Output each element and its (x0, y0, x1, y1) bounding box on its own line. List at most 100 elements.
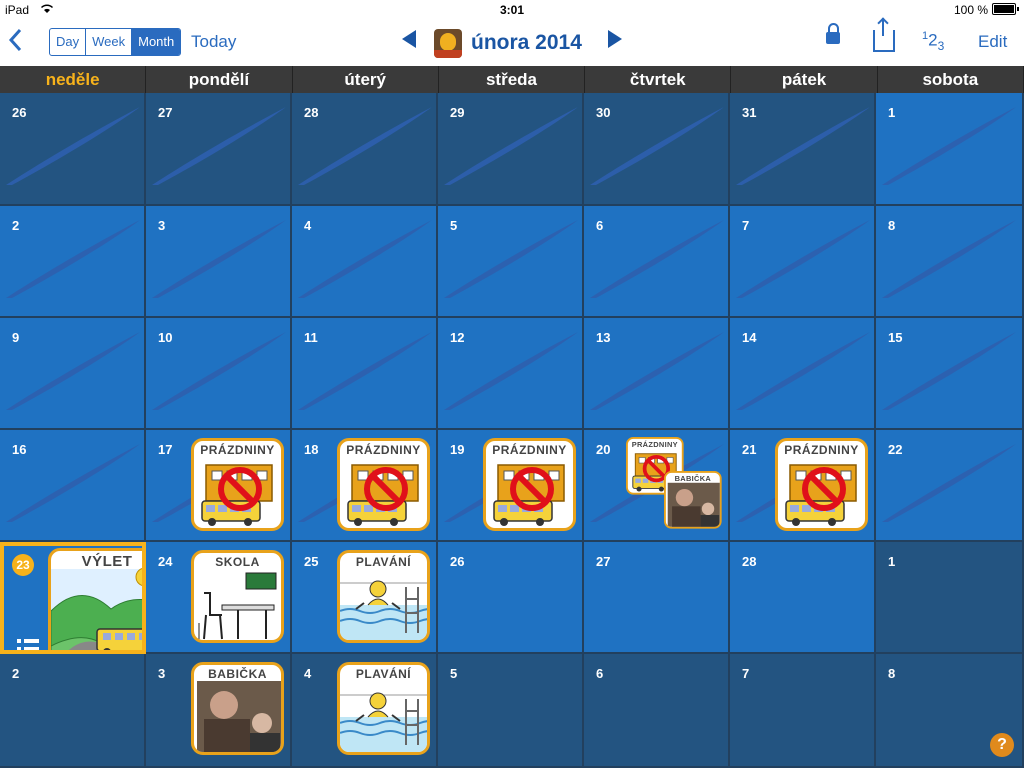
today-button[interactable]: Today (191, 32, 236, 52)
day-cell[interactable]: 24 SKOLA (146, 542, 292, 654)
school-desk-icon (198, 572, 277, 640)
day-number: 14 (742, 330, 757, 345)
swimming-symbol[interactable]: PLAVÁNÍ (337, 550, 430, 643)
day-number: 28 (742, 554, 757, 569)
weekday-label: neděle (0, 66, 147, 93)
past-day-strike-icon (152, 220, 286, 298)
day-cell[interactable]: 19 PRÁZDNINY (438, 430, 584, 542)
day-cell[interactable]: 17 PRÁZDNINY (146, 430, 292, 542)
day-number: 27 (596, 554, 611, 569)
school-symbol[interactable]: SKOLA (191, 550, 284, 643)
past-day-strike-icon (6, 332, 140, 410)
school-bus-icon (201, 464, 273, 526)
weekday-label: středa (439, 66, 586, 93)
day-cell[interactable]: 9 (0, 318, 146, 430)
trip-symbol[interactable]: VÝLET (48, 548, 142, 650)
day-number: 21 (742, 442, 757, 457)
day-cell[interactable]: 18 PRÁZDNINY (292, 430, 438, 542)
clock: 3:01 (499, 3, 525, 17)
status-bar: iPad 3:01 100 % (0, 0, 1024, 20)
share-icon[interactable] (873, 20, 895, 52)
past-day-strike-icon (6, 220, 140, 298)
day-cell[interactable]: 16 (0, 430, 146, 542)
numbering-button[interactable]: 123 (922, 30, 944, 53)
day-cell[interactable]: 31 (730, 93, 876, 206)
day-cell[interactable]: 5 (438, 654, 584, 768)
day-cell[interactable]: 8 (876, 206, 1024, 318)
day-cell[interactable]: 29 (438, 93, 584, 206)
day-cell[interactable]: 1 (876, 93, 1024, 206)
back-chevron-icon[interactable] (8, 28, 22, 57)
grandma-photo-symbol[interactable]: BABIČKA (191, 662, 284, 755)
holiday-symbol[interactable]: PRÁZDNINY (483, 438, 576, 531)
help-icon[interactable]: ? (990, 733, 1014, 757)
past-day-strike-icon (590, 220, 724, 298)
day-cell[interactable]: 1 (876, 542, 1024, 654)
day-cell[interactable]: 21 PRÁZDNINY (730, 430, 876, 542)
view-week-button[interactable]: Week (86, 29, 133, 55)
holiday-symbol[interactable]: PRÁZDNINY (775, 438, 868, 531)
day-cell[interactable]: 3 BABIČKA (146, 654, 292, 768)
view-day-button[interactable]: Day (50, 29, 87, 55)
day-cell[interactable]: 28 (730, 542, 876, 654)
holiday-symbol[interactable]: PRÁZDNINY (337, 438, 430, 531)
nums-mid: 2 (928, 30, 938, 50)
weekday-header: neděle pondělí úterý středa čtvrtek páte… (0, 66, 1024, 93)
swimming-symbol[interactable]: PLAVÁNÍ (337, 662, 430, 755)
school-bus-icon (785, 464, 857, 526)
battery-icon (992, 3, 1019, 15)
grandma-photo-symbol[interactable]: BABIČKA (664, 471, 722, 529)
day-cell[interactable]: 28 (292, 93, 438, 206)
day-number: 7 (742, 666, 750, 681)
day-number: 4 (304, 218, 312, 233)
day-cell[interactable]: 10 (146, 318, 292, 430)
day-number: 26 (12, 105, 27, 120)
day-number: 1 (888, 105, 896, 120)
list-icon[interactable] (17, 639, 39, 654)
day-cell[interactable]: 15 (876, 318, 1024, 430)
day-cell[interactable]: 4 (292, 206, 438, 318)
day-cell[interactable]: 13 (584, 318, 730, 430)
day-cell[interactable]: 6 (584, 206, 730, 318)
previous-month-icon[interactable] (402, 30, 416, 48)
view-segmented-control: Day Week Month (49, 28, 182, 56)
day-cell[interactable]: 23 VÝLET (0, 542, 146, 654)
past-day-strike-icon (444, 220, 578, 298)
day-cell[interactable]: 2 (0, 206, 146, 318)
day-cell[interactable]: 5 (438, 206, 584, 318)
day-cell[interactable]: 30 (584, 93, 730, 206)
day-cell[interactable]: 27 (584, 542, 730, 654)
day-cell[interactable]: 22 (876, 430, 1024, 542)
holiday-symbol[interactable]: PRÁZDNINY (191, 438, 284, 531)
view-month-button[interactable]: Month (132, 29, 181, 55)
day-cell[interactable]: 6 (584, 654, 730, 768)
past-day-strike-icon (882, 220, 1016, 298)
next-month-icon[interactable] (608, 30, 622, 48)
day-cell[interactable]: 7 (730, 654, 876, 768)
day-number: 9 (12, 330, 20, 345)
edit-button[interactable]: Edit (978, 32, 1007, 52)
day-cell[interactable]: 11 (292, 318, 438, 430)
month-title: února 2014 (471, 31, 582, 54)
day-cell[interactable]: 3 (146, 206, 292, 318)
past-day-strike-icon (882, 107, 1016, 185)
day-number: 2 (12, 666, 20, 681)
battery-label: 100 % (953, 3, 988, 17)
lock-icon[interactable] (826, 23, 840, 44)
day-cell[interactable]: 2 (0, 654, 146, 768)
day-number: 6 (596, 666, 604, 681)
past-day-strike-icon (298, 220, 432, 298)
day-number: 25 (304, 554, 319, 569)
day-number: 13 (596, 330, 611, 345)
day-cell[interactable]: 14 (730, 318, 876, 430)
day-cell[interactable]: 25 PLAVÁNÍ (292, 542, 438, 654)
day-cell[interactable]: 12 (438, 318, 584, 430)
day-cell[interactable]: 7 (730, 206, 876, 318)
day-cell[interactable]: 26 (438, 542, 584, 654)
day-cell[interactable]: 20 PRÁZDNINY BABIČKA (584, 430, 730, 542)
day-cell[interactable]: 26 (0, 93, 146, 206)
day-number: 6 (596, 218, 604, 233)
day-cell[interactable]: 4 PLAVÁNÍ (292, 654, 438, 768)
day-cell[interactable]: 27 (146, 93, 292, 206)
past-day-strike-icon (736, 220, 870, 298)
